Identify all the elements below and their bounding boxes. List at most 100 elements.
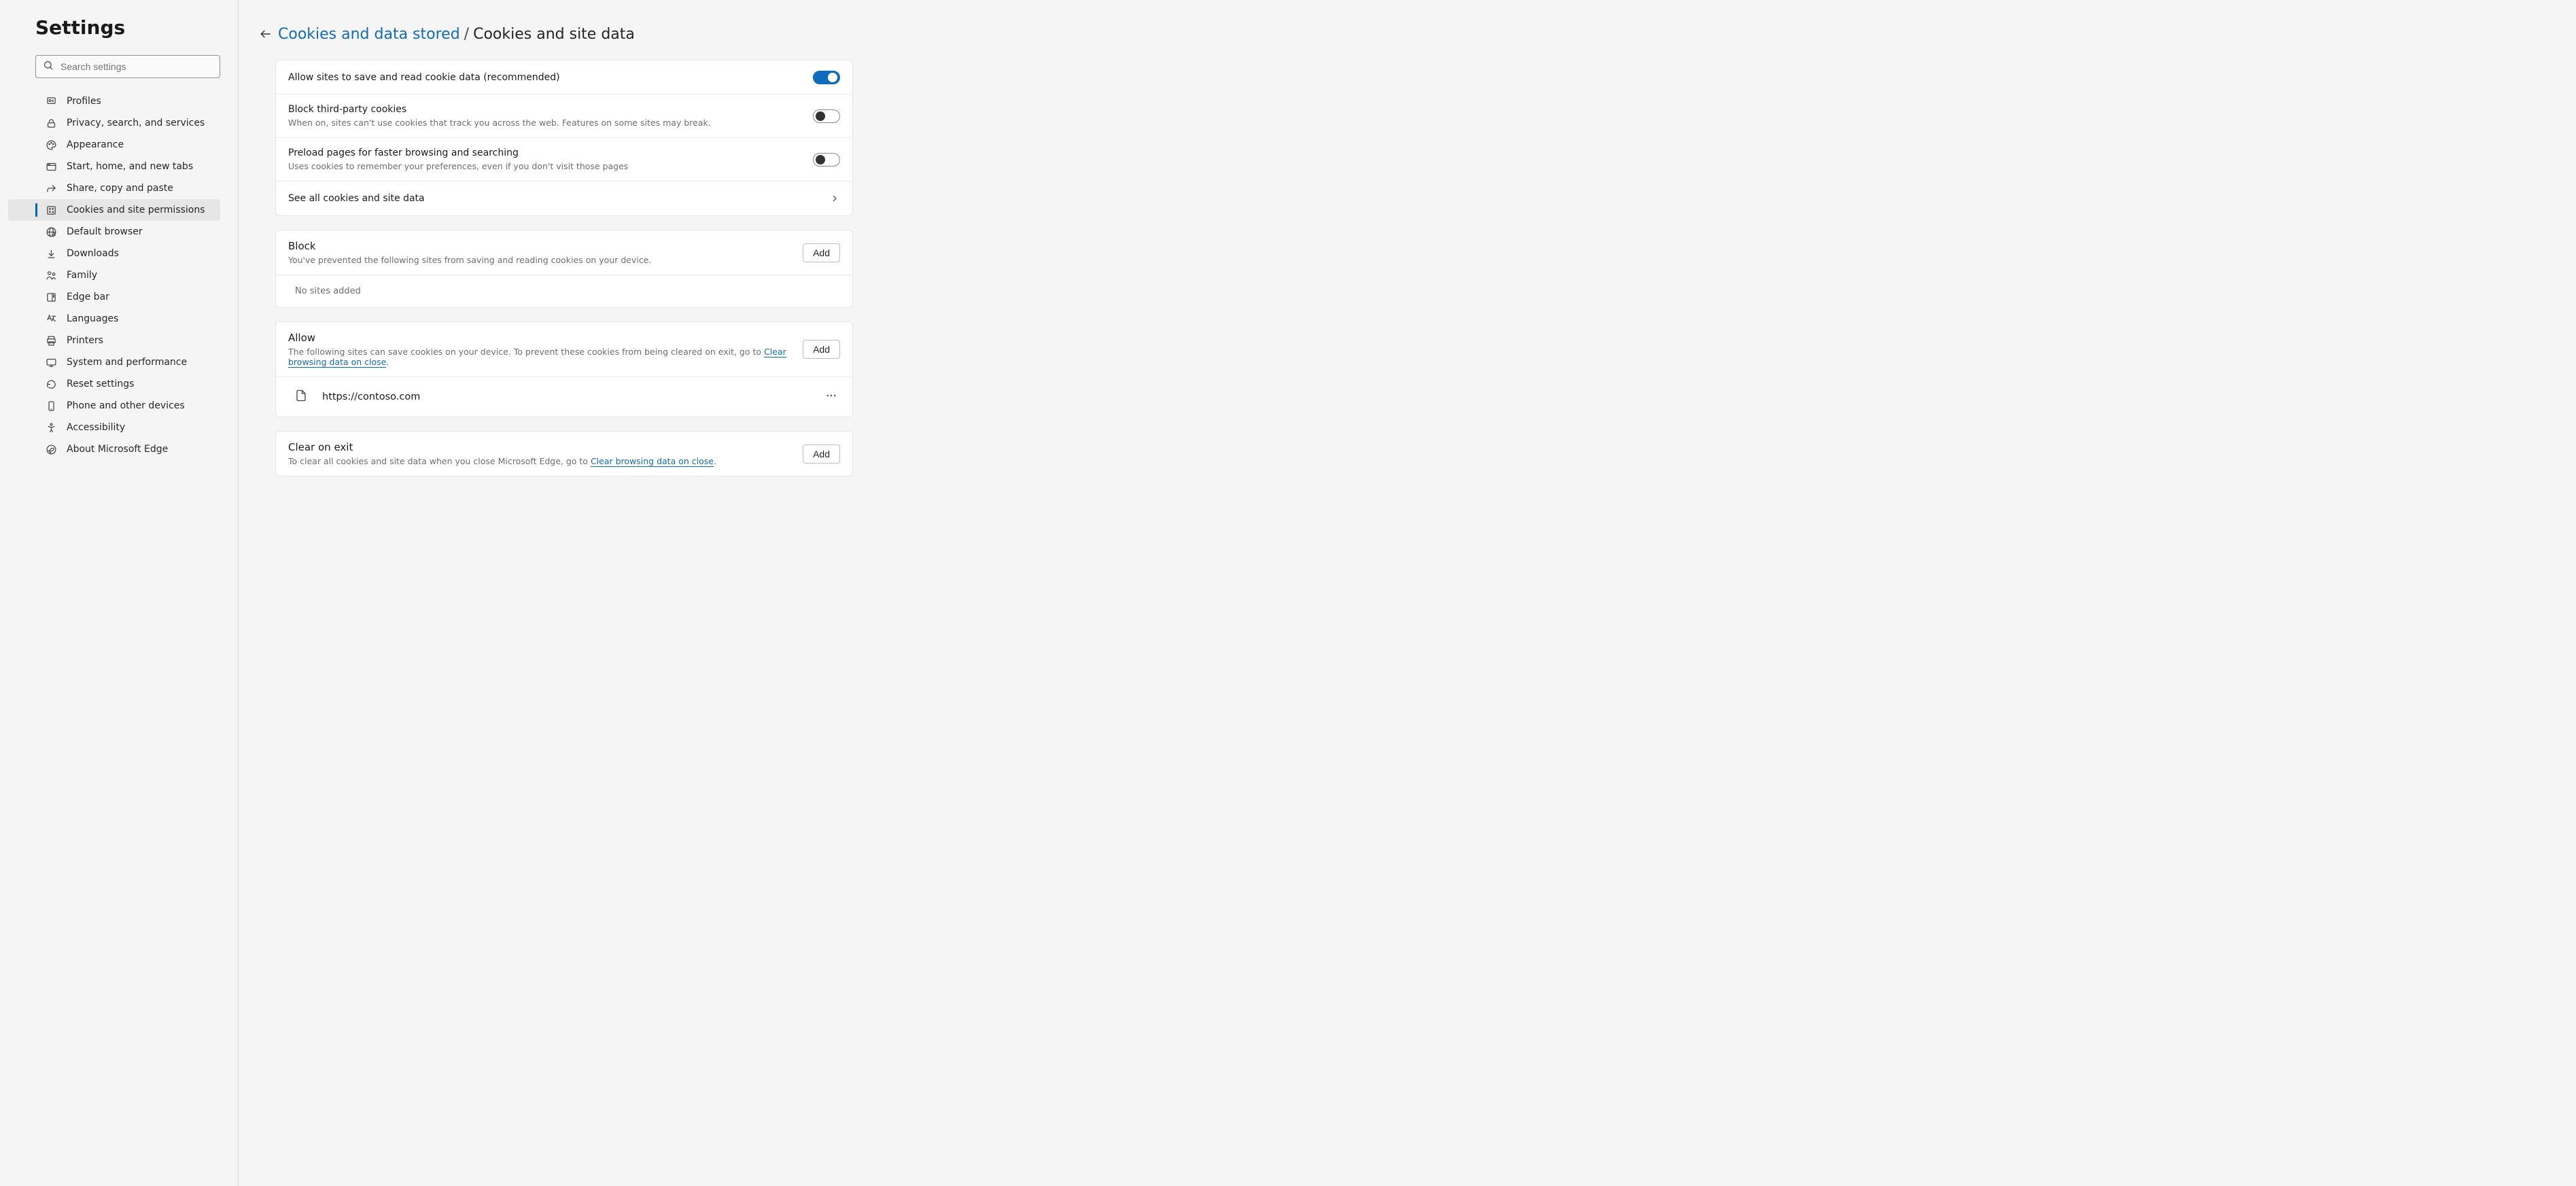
block-card: Block You've prevented the following sit… bbox=[275, 230, 853, 308]
lock-icon bbox=[45, 117, 57, 129]
sidebar-item-label: System and performance bbox=[67, 357, 187, 368]
allow-site-url: https://contoso.com bbox=[322, 391, 822, 402]
sidebar-item-label: Edge bar bbox=[67, 292, 109, 302]
settings-title: Settings bbox=[35, 16, 220, 39]
sidebar-item-label: Printers bbox=[67, 335, 103, 346]
allow-site-row: https://contoso.com bbox=[276, 377, 852, 417]
block-sub: You've prevented the following sites fro… bbox=[288, 255, 803, 265]
sidebar-item-label: Downloads bbox=[67, 248, 119, 259]
clear-sub-link[interactable]: Clear browsing data on close bbox=[591, 456, 714, 467]
file-icon bbox=[295, 389, 307, 404]
block-empty-label: No sites added bbox=[276, 275, 852, 307]
share-icon bbox=[45, 182, 57, 194]
sidebar-item-cookie[interactable]: Cookies and site permissions bbox=[8, 199, 220, 221]
sidebar-item-phone[interactable]: Phone and other devices bbox=[8, 395, 220, 417]
sidebar-item-label: Appearance bbox=[67, 139, 124, 150]
preload-label: Preload pages for faster browsing and se… bbox=[288, 147, 813, 158]
allow-title: Allow bbox=[288, 332, 803, 344]
block-third-party-toggle[interactable] bbox=[813, 109, 840, 123]
chevron-right-icon bbox=[829, 193, 840, 204]
block-add-button[interactable]: Add bbox=[803, 243, 840, 262]
system-icon bbox=[45, 356, 57, 368]
block-third-party-label: Block third-party cookies bbox=[288, 104, 813, 115]
sidebar-item-palette[interactable]: Appearance bbox=[8, 134, 220, 156]
allow-sub-prefix: The following sites can save cookies on … bbox=[288, 347, 764, 357]
sidebar-item-share[interactable]: Share, copy and paste bbox=[8, 177, 220, 199]
see-all-label: See all cookies and site data bbox=[288, 193, 829, 204]
download-icon bbox=[45, 247, 57, 260]
sidebar-item-label: Phone and other devices bbox=[67, 400, 185, 411]
globe-icon bbox=[45, 226, 57, 238]
breadcrumb-row: Cookies and data stored / Cookies and si… bbox=[255, 23, 2549, 45]
sidebar-item-reset[interactable]: Reset settings bbox=[8, 373, 220, 395]
sidebar-item-accessibility[interactable]: Accessibility bbox=[8, 417, 220, 438]
see-all-row[interactable]: See all cookies and site data bbox=[276, 181, 852, 215]
search-icon bbox=[43, 60, 54, 73]
sidebar-item-label: Cookies and site permissions bbox=[67, 205, 205, 215]
breadcrumb-current: Cookies and site data bbox=[473, 26, 635, 43]
block-header-row: Block You've prevented the following sit… bbox=[276, 230, 852, 275]
sidebar-item-person[interactable]: Profiles bbox=[8, 90, 220, 112]
allow-sub-suffix: . bbox=[386, 357, 389, 367]
clear-header-row: Clear on exit To clear all cookies and s… bbox=[276, 432, 852, 476]
allow-sub: The following sites can save cookies on … bbox=[288, 347, 803, 367]
nav-list: Profiles Privacy, search, and services App… bbox=[8, 90, 220, 460]
accessibility-icon bbox=[45, 421, 57, 434]
sidebar-item-globe[interactable]: Default browser bbox=[8, 221, 220, 243]
sidebar-icon bbox=[45, 291, 57, 303]
preload-sub: Uses cookies to remember your preference… bbox=[288, 161, 813, 171]
sidebar-item-label: Family bbox=[67, 270, 97, 281]
allow-cookies-label: Allow sites to save and read cookie data… bbox=[288, 72, 813, 83]
sidebar-item-window[interactable]: Start, home, and new tabs bbox=[8, 156, 220, 177]
allow-add-button[interactable]: Add bbox=[803, 340, 840, 359]
cookie-icon bbox=[45, 204, 57, 216]
clear-sub-suffix: . bbox=[714, 456, 716, 466]
block-third-party-sub: When on, sites can't use cookies that tr… bbox=[288, 118, 813, 128]
search-input[interactable] bbox=[60, 61, 213, 72]
reset-icon bbox=[45, 378, 57, 390]
preload-row: Preload pages for faster browsing and se… bbox=[276, 138, 852, 181]
sidebar-item-sidebar[interactable]: Edge bar bbox=[8, 286, 220, 308]
back-button[interactable] bbox=[255, 23, 277, 45]
sidebar-item-printer[interactable]: Printers bbox=[8, 330, 220, 351]
sidebar-item-label: About Microsoft Edge bbox=[67, 444, 168, 455]
sidebar-item-languages[interactable]: Languages bbox=[8, 308, 220, 330]
clear-on-exit-card: Clear on exit To clear all cookies and s… bbox=[275, 431, 853, 476]
sidebar-item-system[interactable]: System and performance bbox=[8, 351, 220, 373]
sidebar-item-label: Start, home, and new tabs bbox=[67, 161, 193, 172]
allow-card: Allow The following sites can save cooki… bbox=[275, 321, 853, 417]
sidebar-item-label: Default browser bbox=[67, 226, 143, 237]
window-icon bbox=[45, 160, 57, 173]
cookies-settings-card: Allow sites to save and read cookie data… bbox=[275, 60, 853, 216]
clear-sub: To clear all cookies and site data when … bbox=[288, 456, 803, 466]
breadcrumb-separator: / bbox=[464, 26, 469, 43]
preload-toggle[interactable] bbox=[813, 153, 840, 167]
family-icon bbox=[45, 269, 57, 281]
sidebar-item-label: Profiles bbox=[67, 96, 101, 107]
edge-icon bbox=[45, 443, 57, 455]
printer-icon bbox=[45, 334, 57, 347]
phone-icon bbox=[45, 400, 57, 412]
sidebar-item-family[interactable]: Family bbox=[8, 264, 220, 286]
sidebar-item-download[interactable]: Downloads bbox=[8, 243, 220, 264]
allow-cookies-toggle[interactable] bbox=[813, 71, 840, 84]
sidebar-item-edge[interactable]: About Microsoft Edge bbox=[8, 438, 220, 460]
breadcrumb-link[interactable]: Cookies and data stored bbox=[278, 26, 460, 43]
sidebar-item-label: Share, copy and paste bbox=[67, 183, 173, 194]
clear-sub-prefix: To clear all cookies and site data when … bbox=[288, 456, 591, 466]
sidebar: Settings Profiles Privacy, search, and se… bbox=[0, 0, 239, 1186]
sidebar-item-label: Reset settings bbox=[67, 379, 134, 389]
clear-title: Clear on exit bbox=[288, 441, 803, 453]
sidebar-item-label: Privacy, search, and services bbox=[67, 118, 205, 128]
allow-cookies-row: Allow sites to save and read cookie data… bbox=[276, 60, 852, 94]
clear-add-button[interactable]: Add bbox=[803, 444, 840, 464]
languages-icon bbox=[45, 313, 57, 325]
sidebar-item-lock[interactable]: Privacy, search, and services bbox=[8, 112, 220, 134]
block-title: Block bbox=[288, 240, 803, 252]
main-content: Cookies and data stored / Cookies and si… bbox=[239, 0, 2576, 1186]
allow-header-row: Allow The following sites can save cooki… bbox=[276, 322, 852, 377]
search-input-wrap[interactable] bbox=[35, 55, 220, 78]
person-icon bbox=[45, 95, 57, 107]
more-options-icon[interactable] bbox=[822, 387, 840, 407]
sidebar-item-label: Languages bbox=[67, 313, 118, 324]
